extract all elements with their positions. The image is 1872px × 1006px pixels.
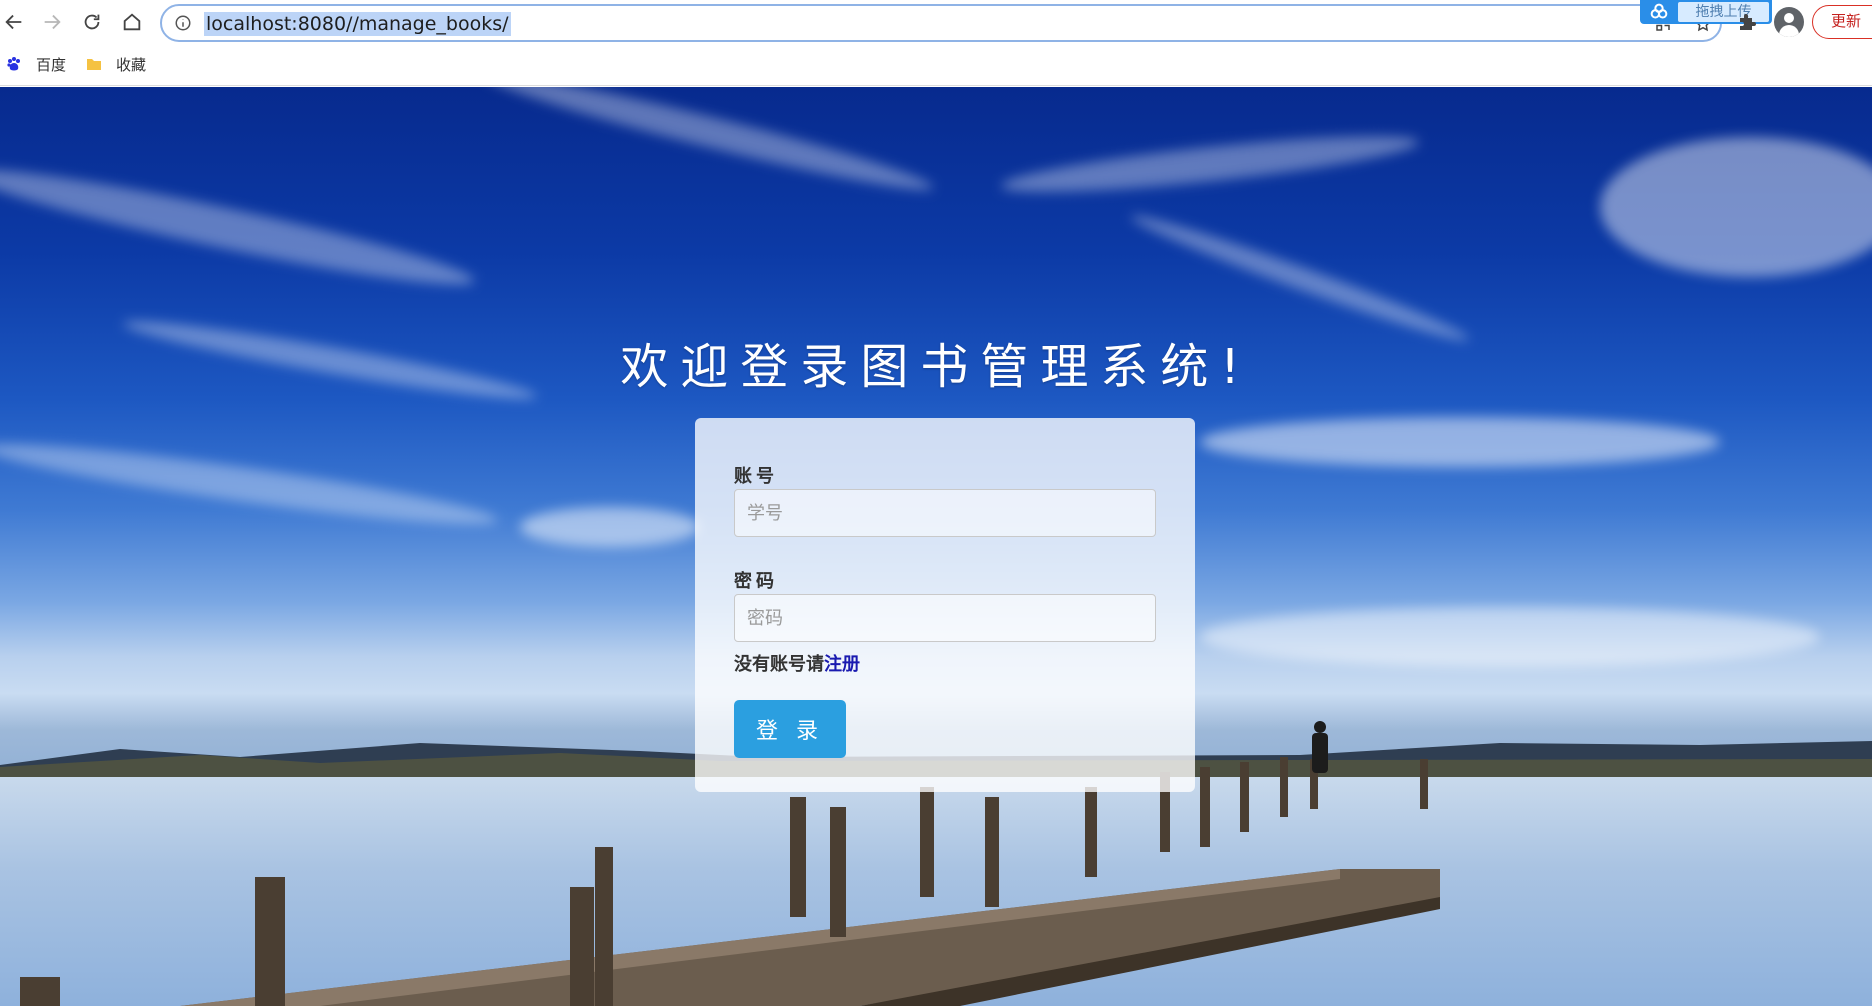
register-prompt: 没有账号请注册 <box>734 650 860 676</box>
forward-arrow-icon[interactable] <box>38 8 66 36</box>
login-button[interactable]: 登录 <box>734 700 846 758</box>
register-prompt-text: 没有账号请 <box>734 654 824 675</box>
password-label: 密码 <box>734 571 778 592</box>
register-link[interactable]: 注册 <box>824 654 860 675</box>
login-form: 账号 密码 没有账号请注册 登录 <box>695 418 1195 792</box>
update-button[interactable]: 更新 <box>1812 5 1872 39</box>
site-info-icon[interactable] <box>174 14 192 32</box>
extensions-puzzle-icon[interactable] <box>1736 10 1760 34</box>
password-input[interactable] <box>734 594 1156 642</box>
account-input[interactable] <box>734 489 1156 537</box>
bookmark-label: 收藏 <box>116 55 147 74</box>
url-text[interactable]: localhost:8080//manage_books/ <box>204 12 511 36</box>
back-arrow-icon[interactable] <box>0 8 28 36</box>
profile-avatar-icon[interactable] <box>1774 7 1804 37</box>
address-bar[interactable]: localhost:8080//manage_books/ <box>160 4 1722 42</box>
bookmarks-bar: 百度 收藏 <box>0 50 160 78</box>
bookmark-label: 百度 <box>36 55 67 74</box>
browser-chrome: localhost:8080//manage_books/ 拖拽上传 更新 百度 <box>0 0 1872 86</box>
reload-icon[interactable] <box>78 8 106 36</box>
home-icon[interactable] <box>118 8 146 36</box>
folder-icon <box>87 59 102 70</box>
bookmark-baidu[interactable]: 百度 <box>6 54 66 75</box>
baidu-paw-icon <box>7 57 20 71</box>
login-page-background: 欢迎登录图书管理系统! 账号 密码 没有账号请注册 登录 <box>0 87 1872 1006</box>
bookmark-favorites[interactable]: 收藏 <box>86 54 146 75</box>
account-label: 账号 <box>734 466 778 487</box>
cloud-upload-icon <box>1640 0 1678 24</box>
page-title: 欢迎登录图书管理系统! <box>620 339 1252 395</box>
